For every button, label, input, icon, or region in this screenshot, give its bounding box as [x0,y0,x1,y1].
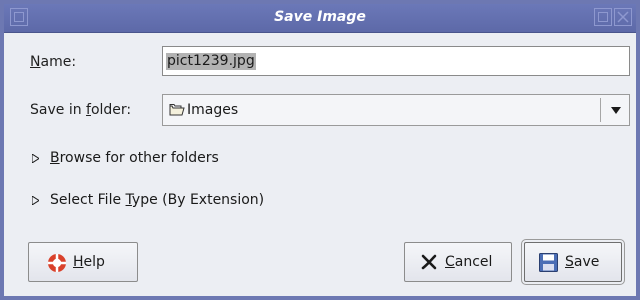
cancel-mnemonic: C [445,254,455,270]
floppy-disk-icon [539,253,558,272]
folder-icon [169,104,185,116]
combo-separator [600,98,601,122]
file-type-label: Select File Type (By Extension) [50,192,264,208]
folder-label: Save in folder: [30,102,131,118]
close-button[interactable] [614,8,632,26]
save-image-dialog: Save Image Name: pict1239.jpg Save in fo… [0,0,640,300]
name-field[interactable]: pict1239.jpg [162,46,630,76]
close-icon [617,11,629,23]
expander-arrow-icon [32,196,39,205]
maximize-button[interactable] [594,8,612,26]
help-mnemonic: H [73,254,84,270]
chevron-down-icon[interactable] [611,107,621,114]
name-label-text: ame: [40,54,77,70]
cancel-x-icon [421,254,437,270]
filetype-pre: Select File [50,192,126,208]
save-mnemonic: S [565,254,574,270]
help-rest: elp [83,254,105,270]
browse-rest: rowse for other folders [59,150,219,166]
save-button[interactable]: Save [521,239,625,285]
browse-folders-label: Browse for other folders [50,150,219,166]
help-button-label: Help [73,254,105,270]
maximize-icon [598,12,608,22]
expander-arrow-icon [32,154,39,163]
folder-combo-value: Images [187,102,239,118]
name-label-mnemonic: N [30,54,41,70]
browse-mnemonic: B [50,150,60,166]
folder-combo[interactable]: Images [162,94,630,126]
lifebuoy-icon [48,254,66,272]
cancel-button-label: Cancel [445,254,492,270]
save-rest: ave [573,254,600,270]
help-button[interactable]: Help [28,242,138,282]
filetype-post: ype (By Extension) [131,192,265,208]
folder-label-pre: Save in [30,102,87,118]
cancel-button[interactable]: Cancel [404,242,512,282]
folder-label-post: older: [90,102,132,118]
name-label: Name: [30,54,76,70]
title-bar[interactable]: Save Image [4,4,636,33]
window-title: Save Image [274,9,366,25]
save-button-label: Save [565,254,599,270]
name-field-value[interactable]: pict1239.jpg [166,53,256,70]
cancel-rest: ancel [454,254,493,270]
